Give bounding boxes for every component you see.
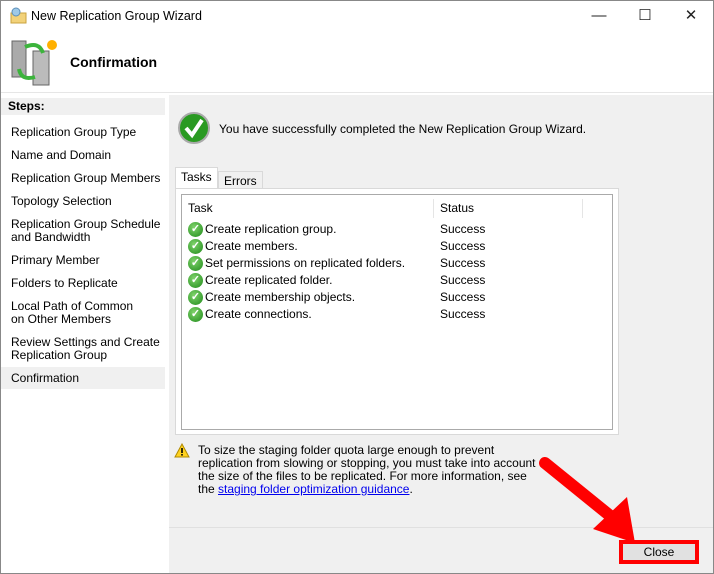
step-primary-member: Primary Member <box>11 253 100 267</box>
table-row: ✓ Create membership objects. Success <box>188 289 608 306</box>
steps-sidebar: Steps: Replication Group Type Name and D… <box>1 95 165 573</box>
step-replication-group-type: Replication Group Type <box>11 125 137 139</box>
table-row: ✓ Create members. Success <box>188 238 608 255</box>
red-arrow-annotation <box>539 457 635 543</box>
page-title: Confirmation <box>70 54 158 70</box>
check-icon: ✓ <box>188 256 203 271</box>
check-icon: ✓ <box>188 290 203 305</box>
success-message: You have successfully completed the New … <box>219 122 587 136</box>
maximize-button[interactable]: ☐ <box>622 1 668 31</box>
warning-icon <box>174 443 190 458</box>
staging-guidance-link[interactable]: staging folder optimization guidance <box>218 482 409 496</box>
title-bar: New Replication Group Wizard — ☐ ✕ <box>1 1 713 31</box>
task-list: Task Status ✓ Create replication group. Su… <box>181 194 613 430</box>
close-window-button[interactable]: ✕ <box>668 1 714 31</box>
table-row: ✓ Set permissions on replicated folders. S… <box>188 255 608 272</box>
step-topology: Topology Selection <box>11 194 112 208</box>
step-schedule: Replication Group Schedule and Bandwidth <box>11 217 161 244</box>
tab-tasks[interactable]: Tasks <box>175 167 218 189</box>
column-header-task[interactable]: Task <box>182 199 434 218</box>
step-name-and-domain: Name and Domain <box>11 148 112 162</box>
minimize-button[interactable]: — <box>576 1 622 31</box>
step-confirmation: Confirmation <box>11 371 80 385</box>
check-icon: ✓ <box>188 222 203 237</box>
check-icon: ✓ <box>188 273 203 288</box>
staging-warning: To size the staging folder quota large e… <box>198 443 536 496</box>
steps-heading: Steps: <box>1 98 165 115</box>
step-members: Replication Group Members <box>11 171 161 185</box>
step-folders: Folders to Replicate <box>11 276 118 290</box>
success-check-icon <box>178 112 210 144</box>
check-icon: ✓ <box>188 307 203 322</box>
table-row: ✓ Create replication group. Success <box>188 221 608 238</box>
table-row: ✓ Create replicated folder. Success <box>188 272 608 289</box>
wizard-header: Confirmation <box>1 31 713 93</box>
replication-servers-icon <box>11 40 57 86</box>
step-local-path: Local Path of Common on Other Members <box>11 299 134 326</box>
window-title: New Replication Group Wizard <box>31 9 202 23</box>
app-icon <box>10 7 27 24</box>
check-icon: ✓ <box>188 239 203 254</box>
step-review: Review Settings and Create Replication G… <box>11 335 160 362</box>
column-header-status[interactable]: Status <box>434 199 583 218</box>
table-row: ✓ Create connections. Success <box>188 306 608 323</box>
